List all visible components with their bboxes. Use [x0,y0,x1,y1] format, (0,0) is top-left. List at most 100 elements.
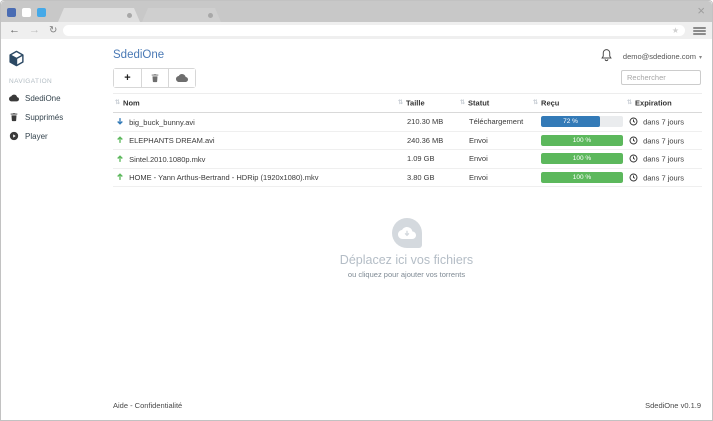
window-control-white-button[interactable] [22,8,31,17]
navigation-section-label: NAVIGATION [9,78,53,85]
torrent-name: big_buck_bunny.avi [129,117,195,127]
browser-toolbar: ← → ↻ ★ [1,22,712,39]
sort-icon: ⇅ [115,100,121,107]
window-close-button[interactable]: × [697,2,705,20]
torrent-expiration: dans 7 jours [643,154,684,164]
torrent-size: 1.09 GB [394,149,456,169]
sidebar-item-supprimes[interactable]: Supprimés [9,110,63,124]
torrent-size: 3.80 GB [394,168,456,187]
footer-links[interactable]: Aide - Confidentialité [113,401,182,410]
torrent-status: Téléchargement [456,112,528,132]
clock-icon [629,117,638,126]
back-button[interactable]: ← [9,25,20,36]
column-header-statut[interactable]: ⇅ Statut [456,93,528,113]
download-arrow-icon [117,117,123,125]
torrent-size: 240.36 MB [394,131,456,150]
account-email: demo@sdedione.com [622,52,696,61]
sidebar-item-label: SdediOne [25,93,61,103]
progress-label: 72 % [563,118,578,126]
add-torrent-button[interactable]: + [114,69,141,87]
dropzone[interactable]: Déplacez ici vos fichiers ou cliquez pou… [113,218,700,279]
delete-button[interactable] [141,69,168,87]
app-version: SdediOne v0.1.9 [645,401,701,410]
dropzone-title: Déplacez ici vos fichiers [339,253,474,267]
upload-arrow-icon [117,154,123,162]
browser-tab-active[interactable] [58,8,140,22]
sidebar-item-label: Player [25,131,48,141]
app-content: NAVIGATION SdediOne Supprimés Player Sde… [1,39,712,420]
address-bar[interactable]: ★ [63,25,685,36]
sort-icon: ⇅ [460,100,466,107]
torrent-row[interactable]: big_buck_bunny.avi 210.30 MB Téléchargem… [113,112,702,132]
browser-menu-button[interactable] [693,26,706,36]
menu-bar [693,29,706,32]
window-control-blue-button[interactable] [7,8,16,17]
account-menu[interactable]: demo@sdedione.com ▾ [623,52,702,61]
reload-button[interactable]: ↻ [49,25,57,36]
upload-torrent-button[interactable] [168,69,195,87]
clock-icon [629,154,638,163]
notifications-bell-icon[interactable] [600,48,613,62]
table-header-row: ⇅ Nom ⇅ Taille ⇅ Statut ⇅ Reçu ⇅ Expiration [113,93,702,113]
cloud-upload-icon [397,227,416,239]
sort-icon: ⇅ [398,100,404,107]
tab-favicon-dot [208,13,213,18]
sidebar-item-sdedione[interactable]: SdediOne [9,91,61,105]
torrent-size: 210.30 MB [394,112,456,132]
search-input[interactable] [621,70,701,85]
torrent-expiration: dans 7 jours [643,136,684,145]
torrent-name: HOME - Yann Arthus-Bertrand - HDRip (192… [129,173,319,183]
torrent-row[interactable]: ELEPHANTS DREAM.avi 240.36 MB Envoi 100 … [113,131,702,150]
torrent-expiration: dans 7 jours [643,117,684,127]
page-title: SdediOne [113,49,165,61]
plus-icon: + [124,71,131,84]
main-panel: SdediOne demo@sdedione.com ▾ + Recherche… [113,39,712,420]
torrent-table: ⇅ Nom ⇅ Taille ⇅ Statut ⇅ Reçu ⇅ Expiration b… [113,93,702,187]
action-button-group: + [113,68,196,88]
column-header-recu[interactable]: ⇅ Reçu [528,93,624,113]
browser-window: × ← → ↻ ★ NAVIGATION SdediOne Supprimés … [0,0,713,421]
torrent-status: Envoi [456,131,528,150]
forward-button[interactable]: → [29,25,40,36]
upload-arrow-icon [117,136,123,144]
progress-label: 100 % [572,136,592,144]
progress-bar: 72 % [541,116,623,128]
column-header-taille[interactable]: ⇅ Taille [394,93,456,113]
progress-bar: 100 % [541,134,623,146]
menu-bar [693,32,706,35]
sidebar-item-label: Supprimés [25,112,64,122]
torrent-row[interactable]: HOME - Yann Arthus-Bertrand - HDRip (192… [113,168,702,187]
torrent-row[interactable]: Sintel.2010.1080p.mkv 1.09 GB Envoi 100 … [113,149,702,169]
dropzone-subtitle: ou cliquez pour ajouter vos torrents [347,270,466,279]
torrent-expiration: dans 7 jours [643,173,684,182]
sidebar-item-player[interactable]: Player [9,129,48,143]
sort-icon: ⇅ [533,100,539,107]
play-circle-icon [9,131,19,141]
sidebar: NAVIGATION SdediOne Supprimés Player [1,39,113,420]
bookmark-star-icon[interactable]: ★ [672,25,679,36]
clock-icon [629,136,638,144]
torrent-rows: big_buck_bunny.avi 210.30 MB Téléchargem… [113,112,702,187]
torrent-name: Sintel.2010.1080p.mkv [129,154,206,164]
browser-titlebar: × [1,1,712,22]
column-header-nom[interactable]: ⇅ Nom [113,93,394,113]
trash-icon [10,113,18,122]
progress-label: 100 % [572,155,592,163]
sort-icon: ⇅ [627,100,633,107]
torrent-status: Envoi [456,149,528,169]
progress-label: 100 % [572,173,592,181]
trash-icon [151,74,159,83]
column-header-expiration[interactable]: ⇅ Expiration [624,93,702,113]
clock-icon [629,173,638,181]
progress-bar: 100 % [541,153,623,165]
upload-cloud-badge [391,218,422,248]
app-logo-cube-icon [9,50,24,67]
cloud-icon [176,74,188,82]
window-control-lightblue-button[interactable] [37,8,46,17]
browser-tab-inactive[interactable] [142,8,221,22]
tab-favicon-dot [127,13,132,18]
upload-arrow-icon [117,173,123,181]
torrent-status: Envoi [456,168,528,187]
progress-bar: 100 % [541,171,623,183]
chevron-down-icon: ▾ [698,55,702,61]
